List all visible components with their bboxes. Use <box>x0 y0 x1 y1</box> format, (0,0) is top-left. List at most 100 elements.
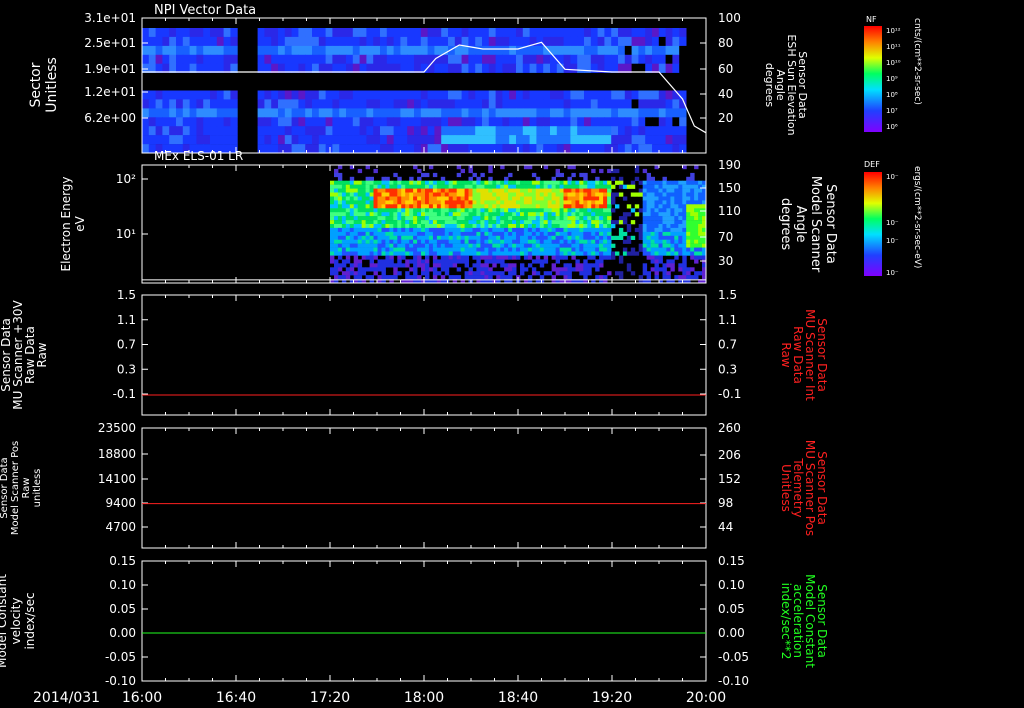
heat-cell <box>468 227 473 233</box>
heat-cell <box>373 126 381 136</box>
heat-cell <box>414 99 422 109</box>
heat-cell <box>559 172 564 178</box>
heat-cell <box>441 90 449 100</box>
heat-cell <box>365 184 370 189</box>
heat-cell <box>556 144 565 154</box>
heat-cell <box>380 45 388 56</box>
heat-cell <box>461 126 469 136</box>
heat-cell <box>539 184 545 189</box>
heat-cell <box>373 255 378 260</box>
heat-cell <box>365 192 370 197</box>
heat-cell <box>464 235 469 240</box>
heat-cell <box>690 172 695 178</box>
heat-cell <box>434 135 442 145</box>
heat-cell <box>393 36 401 47</box>
heat-cell <box>679 90 687 100</box>
heat-cell <box>400 135 408 145</box>
heat-cell <box>385 227 390 233</box>
heat-cell <box>658 200 663 205</box>
heat-cell <box>658 54 667 64</box>
heat-cell <box>698 251 703 256</box>
heat-cell <box>425 216 430 221</box>
heat-cell <box>509 135 517 145</box>
heat-cell <box>401 243 406 248</box>
heat-cell <box>389 224 394 229</box>
heat-cell <box>520 239 525 244</box>
heat-cell <box>611 208 616 213</box>
heat-cell <box>674 216 679 221</box>
heat-cell <box>223 108 231 118</box>
heat-cell <box>502 126 510 136</box>
y2-tick-label: 260 <box>718 421 741 435</box>
heat-cell <box>686 271 691 276</box>
heat-cell <box>349 243 355 248</box>
heat-cell <box>646 184 651 189</box>
heat-cell <box>646 176 651 181</box>
heat-cell <box>291 45 299 56</box>
heat-cell <box>397 224 402 229</box>
heat-cell <box>559 196 564 201</box>
heat-cell <box>516 192 521 197</box>
heat-cell <box>603 220 608 225</box>
heat-cell <box>456 172 462 178</box>
heat-cell <box>607 212 612 217</box>
heat-cell <box>389 196 394 201</box>
heat-cell <box>626 212 632 217</box>
heat-cell <box>142 99 150 109</box>
heat-cell <box>508 180 513 185</box>
heat-cell <box>284 45 293 56</box>
heat-cell <box>425 227 430 233</box>
heat-cell <box>624 45 633 56</box>
heat-cell <box>182 135 191 145</box>
heat-cell <box>571 204 576 209</box>
heat-cell <box>607 247 612 252</box>
heat-cell <box>516 216 521 221</box>
heat-cell <box>361 267 367 272</box>
heat-cell <box>425 263 430 268</box>
heat-cell <box>527 192 533 197</box>
heat-cell <box>597 54 605 64</box>
heat-cell <box>440 220 446 225</box>
heat-cell <box>535 243 541 248</box>
heat-cell <box>550 144 558 154</box>
heat-cell <box>631 126 639 136</box>
heat-cell <box>690 235 695 240</box>
heat-cell <box>480 196 485 201</box>
heat-cell <box>516 135 524 145</box>
heat-cell <box>686 216 691 221</box>
heat-cell <box>345 180 351 185</box>
heat-cell <box>389 231 394 237</box>
heat-cell <box>386 54 395 64</box>
heat-cell <box>484 180 489 185</box>
time-tick-label: 18:40 <box>498 690 538 706</box>
heat-cell <box>603 200 608 205</box>
heat-cell <box>665 45 673 56</box>
heat-cell <box>539 243 545 248</box>
heat-cell <box>604 144 612 154</box>
heat-cell <box>401 251 406 256</box>
heat-cell <box>678 220 683 225</box>
heat-cell <box>223 54 231 64</box>
heat-cell <box>341 271 347 276</box>
heat-cell <box>520 263 525 268</box>
heat-cell <box>583 212 588 217</box>
heat-cell <box>414 45 422 56</box>
heat-cell <box>686 235 691 240</box>
heat-cell <box>567 180 572 185</box>
heat-cell <box>577 108 585 118</box>
heat-cell <box>611 184 616 189</box>
heat-cell <box>508 235 513 240</box>
heat-cell <box>432 227 438 233</box>
heat-cell <box>381 208 386 213</box>
heat-cell <box>298 117 306 127</box>
heat-cell <box>380 117 388 127</box>
heat-cell <box>587 224 592 229</box>
heat-cell <box>624 28 633 38</box>
heat-cell <box>650 200 655 205</box>
heat-cell <box>330 184 335 189</box>
heat-cell <box>690 192 695 197</box>
heat-cell <box>665 126 673 136</box>
heat-cell <box>421 200 426 205</box>
time-tick-label: 18:00 <box>404 690 444 706</box>
heat-cell <box>332 36 340 47</box>
